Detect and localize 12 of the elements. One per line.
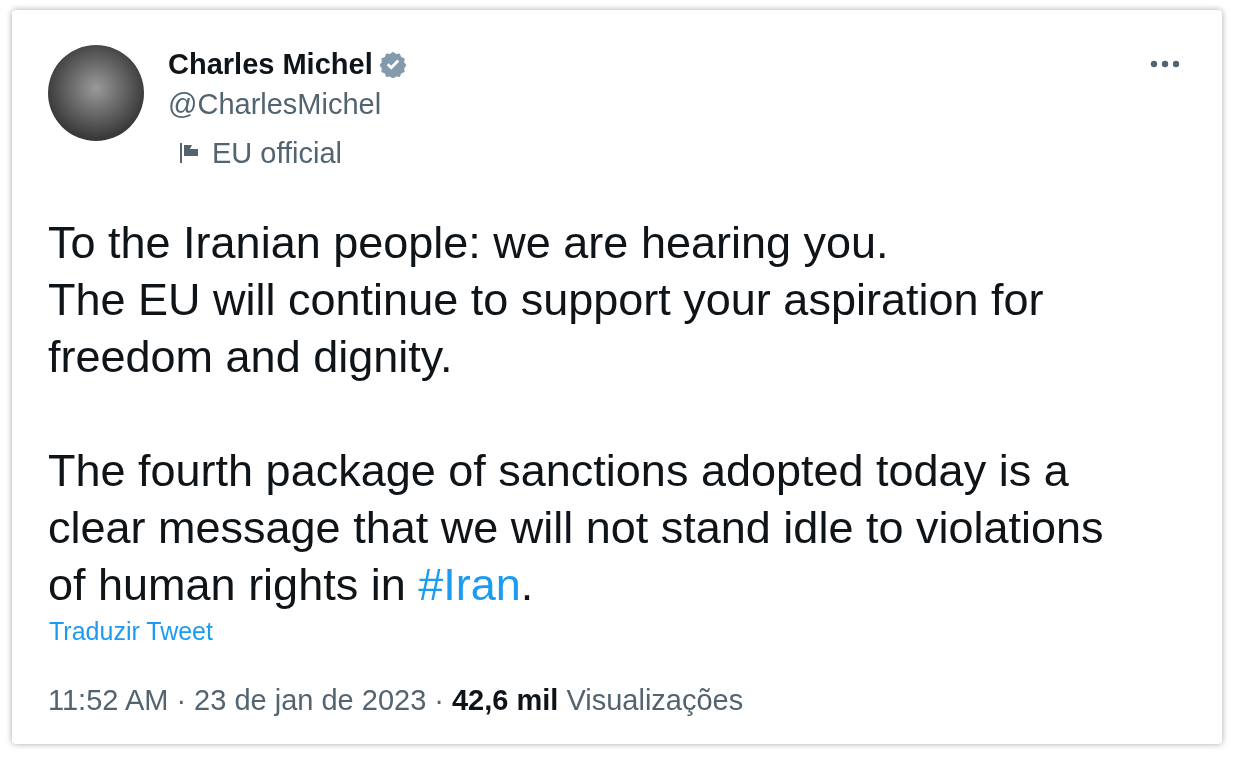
tweet-time[interactable]: 11:52 AM — [48, 683, 169, 717]
tweet-paragraph: The fourth package of sanctions adopted today is a clear message that we will not stand idle to violations of human rights in #Iran. — [48, 444, 1105, 612]
author-name[interactable]: Charles Michel — [168, 47, 373, 81]
more-options-icon[interactable] — [1150, 60, 1180, 68]
account-label: EU official — [212, 136, 343, 170]
tweet-paragraph: To the Iranian people: we are hearing you. The EU will continue to support your aspiration for freedom and dignity. — [48, 216, 1045, 384]
tweet-date[interactable]: 23 de jan de 2023 — [194, 683, 427, 717]
separator-dot: · — [176, 683, 187, 717]
author-handle[interactable]: @CharlesMichel — [168, 84, 382, 124]
views-label: Visualizações — [566, 684, 744, 716]
views-count: 42,6 mil — [451, 684, 559, 716]
separator-dot: · — [434, 683, 444, 717]
